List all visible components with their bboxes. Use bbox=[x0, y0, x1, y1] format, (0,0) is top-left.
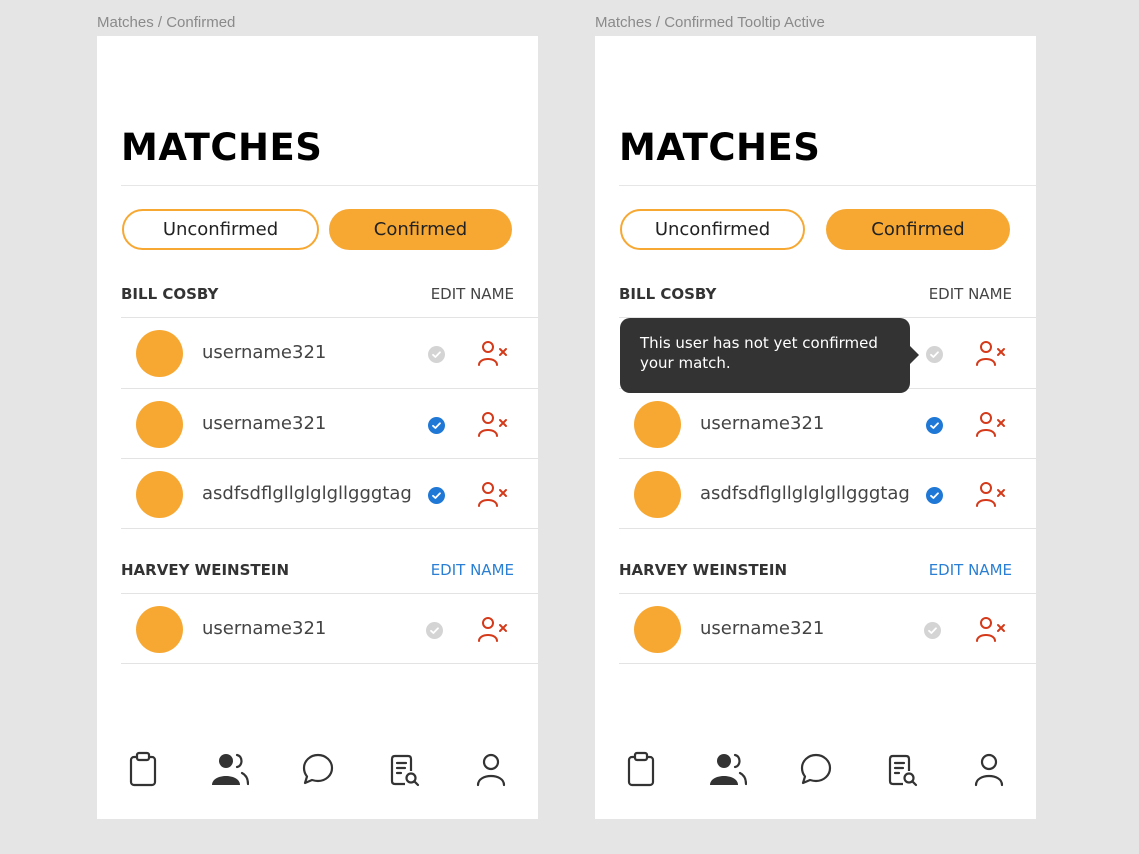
matches-screen-tooltip: MATCHES Unconfirmed Confirmed BILL COSBY… bbox=[595, 36, 1036, 819]
divider bbox=[619, 528, 1036, 529]
avatar bbox=[634, 471, 681, 518]
clipboard-icon[interactable] bbox=[623, 751, 659, 787]
remove-user-icon[interactable] bbox=[478, 616, 510, 642]
remove-user-icon[interactable] bbox=[478, 340, 510, 366]
username: username321 bbox=[700, 413, 825, 434]
document-search-icon[interactable] bbox=[387, 751, 423, 787]
username: username321 bbox=[202, 342, 327, 363]
list-item: username321 bbox=[619, 594, 1036, 664]
document-search-icon[interactable] bbox=[885, 751, 921, 787]
username: username321 bbox=[700, 618, 825, 639]
username: username321 bbox=[202, 413, 327, 434]
profile-icon[interactable] bbox=[971, 751, 1007, 787]
remove-user-icon[interactable] bbox=[976, 340, 1008, 366]
confirmation-tooltip: This user has not yet confirmed your mat… bbox=[620, 318, 919, 393]
group-name: HARVEY WEINSTEIN bbox=[619, 561, 787, 579]
avatar bbox=[136, 471, 183, 518]
edit-name-link[interactable]: EDIT NAME bbox=[431, 561, 514, 579]
username: asdfsdflgllglglgllgggtag bbox=[700, 483, 910, 504]
group-header: HARVEY WEINSTEIN EDIT NAME bbox=[121, 560, 514, 580]
tab-confirmed[interactable]: Confirmed bbox=[826, 209, 1010, 250]
users-icon[interactable] bbox=[709, 751, 748, 787]
username: asdfsdflgllglglgllgggtag bbox=[202, 483, 412, 504]
clipboard-icon[interactable] bbox=[125, 751, 161, 787]
tooltip-arrow bbox=[910, 346, 919, 364]
group-name: BILL COSBY bbox=[619, 285, 717, 303]
tab-confirmed[interactable]: Confirmed bbox=[329, 209, 512, 250]
group-name: BILL COSBY bbox=[121, 285, 219, 303]
list-item: username321 bbox=[121, 594, 538, 664]
tooltip-text: This user has not yet confirmed your mat… bbox=[640, 334, 878, 372]
bottom-tab-bar bbox=[97, 751, 538, 791]
group-header: BILL COSBY EDIT NAME bbox=[121, 284, 514, 304]
divider bbox=[121, 185, 538, 186]
list-item: username321 bbox=[121, 318, 538, 388]
remove-user-icon[interactable] bbox=[976, 411, 1008, 437]
matches-screen: MATCHES Unconfirmed Confirmed BILL COSBY… bbox=[97, 36, 538, 819]
divider bbox=[619, 185, 1036, 186]
frame-label: Matches / Confirmed Tooltip Active bbox=[595, 14, 825, 31]
remove-user-icon[interactable] bbox=[478, 481, 510, 507]
divider bbox=[121, 528, 538, 529]
chat-icon[interactable] bbox=[798, 751, 834, 787]
unconfirmed-check-icon[interactable] bbox=[428, 346, 445, 363]
list-item: username321 bbox=[121, 389, 538, 459]
page-title: MATCHES bbox=[121, 126, 323, 169]
bottom-tab-bar bbox=[595, 751, 1036, 791]
profile-icon[interactable] bbox=[473, 751, 509, 787]
unconfirmed-check-icon[interactable] bbox=[924, 622, 941, 639]
avatar bbox=[634, 401, 681, 448]
list-item: asdfsdflgllglglgllgggtag bbox=[619, 459, 1036, 529]
username: username321 bbox=[202, 618, 327, 639]
confirmed-check-icon[interactable] bbox=[926, 487, 943, 504]
edit-name-link[interactable]: EDIT NAME bbox=[929, 561, 1012, 579]
frame-label: Matches / Confirmed bbox=[97, 14, 236, 31]
users-icon[interactable] bbox=[211, 751, 250, 787]
group-header: BILL COSBY EDIT NAME bbox=[619, 284, 1012, 304]
unconfirmed-check-icon[interactable] bbox=[926, 346, 943, 363]
edit-name-link[interactable]: EDIT NAME bbox=[929, 285, 1012, 303]
unconfirmed-check-icon[interactable] bbox=[426, 622, 443, 639]
confirmed-check-icon[interactable] bbox=[428, 417, 445, 434]
chat-icon[interactable] bbox=[300, 751, 336, 787]
confirmed-check-icon[interactable] bbox=[428, 487, 445, 504]
page-title: MATCHES bbox=[619, 126, 821, 169]
avatar bbox=[136, 401, 183, 448]
confirmed-check-icon[interactable] bbox=[926, 417, 943, 434]
avatar bbox=[136, 606, 183, 653]
list-item: asdfsdflgllglglgllgggtag bbox=[121, 459, 538, 529]
divider bbox=[619, 663, 1036, 664]
remove-user-icon[interactable] bbox=[976, 481, 1008, 507]
tab-unconfirmed[interactable]: Unconfirmed bbox=[620, 209, 805, 250]
tab-unconfirmed[interactable]: Unconfirmed bbox=[122, 209, 319, 250]
edit-name-link[interactable]: EDIT NAME bbox=[431, 285, 514, 303]
list-item: username321 bbox=[619, 389, 1036, 459]
divider bbox=[121, 663, 538, 664]
remove-user-icon[interactable] bbox=[976, 616, 1008, 642]
avatar bbox=[634, 606, 681, 653]
remove-user-icon[interactable] bbox=[478, 411, 510, 437]
avatar bbox=[136, 330, 183, 377]
group-header: HARVEY WEINSTEIN EDIT NAME bbox=[619, 560, 1012, 580]
group-name: HARVEY WEINSTEIN bbox=[121, 561, 289, 579]
